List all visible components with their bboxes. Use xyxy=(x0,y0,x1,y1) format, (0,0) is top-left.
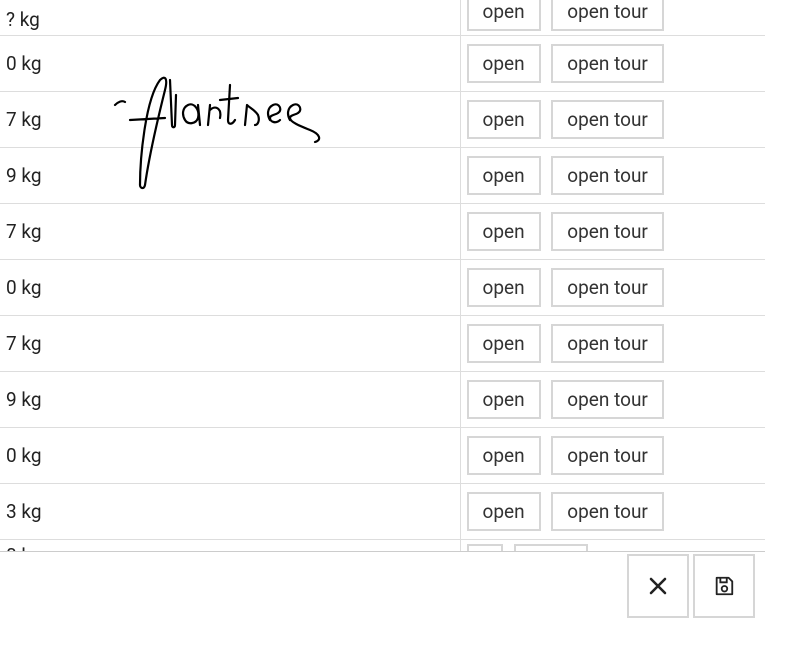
open-tour-button[interactable]: open tour xyxy=(551,212,664,251)
weight-cell: 7 kg xyxy=(0,204,460,260)
open-button[interactable]: open xyxy=(467,436,541,475)
open-button[interactable]: open xyxy=(467,380,541,419)
weight-value: 7 kg xyxy=(6,108,42,131)
tour-table: ? kg open open tour 0 kg open open tour xyxy=(0,0,765,555)
table-row: 9 kg open open tour xyxy=(0,148,765,204)
open-button[interactable]: open xyxy=(467,156,541,195)
weight-value: 9 kg xyxy=(6,164,42,187)
actions-cell: open open tour xyxy=(460,92,765,148)
table-row: ? kg open open tour xyxy=(0,0,765,36)
actions-cell: open open tour xyxy=(460,260,765,316)
table-row: 7 kg open open tour xyxy=(0,204,765,260)
open-button[interactable]: open xyxy=(467,324,541,363)
table-row: 7 kg open open tour xyxy=(0,316,765,372)
open-tour-button[interactable]: open tour xyxy=(551,0,664,31)
save-button[interactable] xyxy=(693,554,755,618)
open-button[interactable]: open xyxy=(467,44,541,83)
open-tour-button[interactable]: open tour xyxy=(551,156,664,195)
weight-value: 0 kg xyxy=(6,276,42,299)
open-tour-button[interactable]: open tour xyxy=(551,44,664,83)
weight-value: 3 kg xyxy=(6,500,42,523)
weight-cell: 9 kg xyxy=(0,148,460,204)
open-tour-button[interactable]: open tour xyxy=(551,380,664,419)
table-row: 0 kg open open tour xyxy=(0,260,765,316)
table-row: 3 kg open open tour xyxy=(0,484,765,540)
table-row: 0 kg open open tour xyxy=(0,428,765,484)
open-tour-button[interactable]: open tour xyxy=(551,492,664,531)
open-tour-button[interactable]: open tour xyxy=(551,268,664,307)
actions-cell: open open tour xyxy=(460,204,765,260)
weight-cell: 7 kg xyxy=(0,316,460,372)
table-row: 7 kg open open tour xyxy=(0,92,765,148)
actions-cell: open open tour xyxy=(460,484,765,540)
open-tour-button[interactable]: open tour xyxy=(551,100,664,139)
table-row: 9 kg open open tour xyxy=(0,372,765,428)
weight-value: 7 kg xyxy=(6,220,42,243)
weight-value: 7 kg xyxy=(6,332,42,355)
open-button[interactable]: open xyxy=(467,492,541,531)
open-button[interactable]: open xyxy=(467,0,541,31)
bottom-action-bar xyxy=(0,551,765,619)
save-icon xyxy=(713,575,735,597)
weight-value: 0 kg xyxy=(6,444,42,467)
actions-cell: open open tour xyxy=(460,148,765,204)
weight-cell: 7 kg xyxy=(0,92,460,148)
close-button[interactable] xyxy=(627,554,689,618)
open-tour-button[interactable]: open tour xyxy=(551,324,664,363)
weight-cell: 0 kg xyxy=(0,428,460,484)
actions-cell: open open tour xyxy=(460,36,765,92)
tour-table-container: ? kg open open tour 0 kg open open tour xyxy=(0,0,765,555)
table-row: 0 kg open open tour xyxy=(0,36,765,92)
close-icon xyxy=(648,576,668,596)
weight-cell: 9 kg xyxy=(0,372,460,428)
open-button[interactable]: open xyxy=(467,212,541,251)
open-tour-button[interactable]: open tour xyxy=(551,436,664,475)
open-button[interactable]: open xyxy=(467,100,541,139)
weight-value: 0 kg xyxy=(6,52,42,75)
actions-cell: open open tour xyxy=(460,0,765,36)
weight-cell: 0 kg xyxy=(0,260,460,316)
weight-cell: 3 kg xyxy=(0,484,460,540)
weight-cell: 0 kg xyxy=(0,36,460,92)
open-button[interactable]: open xyxy=(467,268,541,307)
weight-value: 9 kg xyxy=(6,388,42,411)
actions-cell: open open tour xyxy=(460,428,765,484)
weight-value: ? kg xyxy=(6,8,40,31)
actions-cell: open open tour xyxy=(460,316,765,372)
actions-cell: open open tour xyxy=(460,372,765,428)
weight-cell: ? kg xyxy=(0,0,460,36)
